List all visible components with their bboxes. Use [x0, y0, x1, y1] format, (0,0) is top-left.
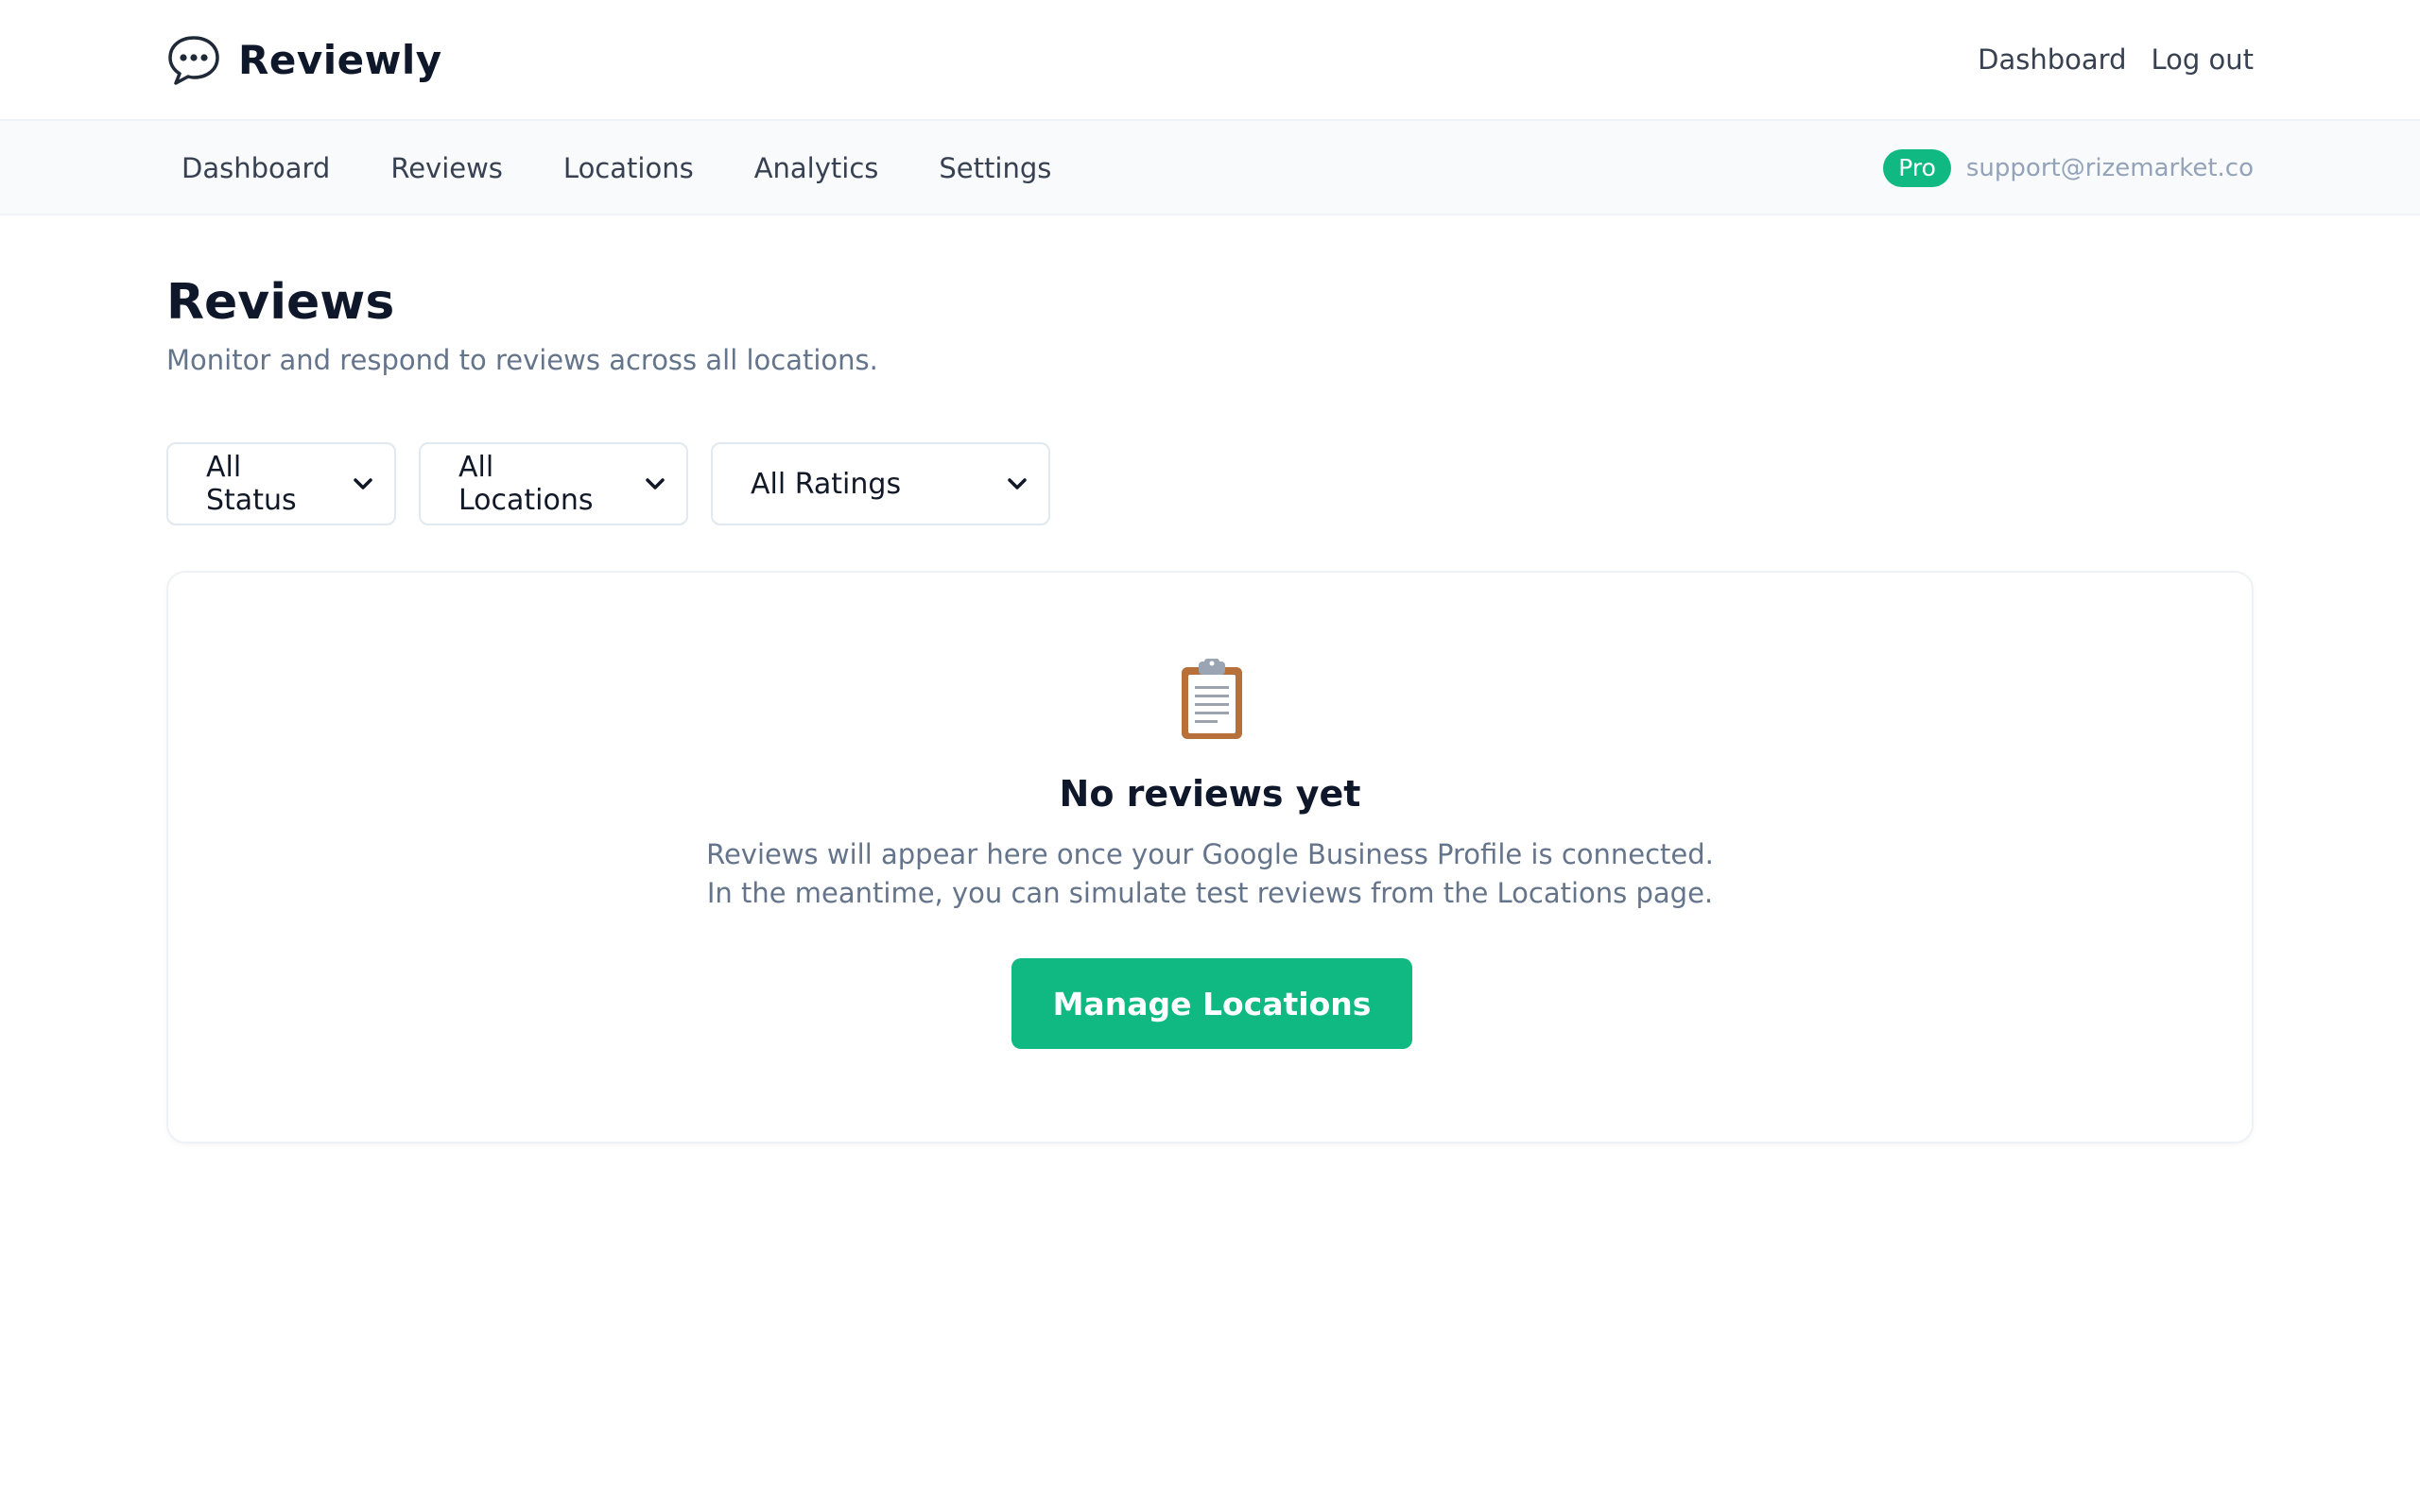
locations-filter-select[interactable]: All Locations — [419, 442, 688, 525]
brand[interactable]: Reviewly — [166, 31, 442, 88]
plan-badge: Pro — [1883, 149, 1951, 187]
nav-item-locations[interactable]: Locations — [548, 143, 709, 194]
speech-bubble-icon — [166, 32, 221, 87]
sub-navigation: Dashboard Reviews Locations Analytics Se… — [0, 121, 2420, 215]
chevron-down-icon — [351, 472, 375, 496]
clipboard-icon — [1174, 658, 1250, 741]
nav-item-dashboard[interactable]: Dashboard — [166, 143, 345, 194]
nav-items: Dashboard Reviews Locations Analytics Se… — [166, 121, 1097, 215]
status-filter-value: All Status — [206, 451, 297, 517]
page-subtitle: Monitor and respond to reviews across al… — [166, 344, 878, 376]
page-title: Reviews — [166, 274, 395, 331]
empty-state-title: No reviews yet — [1059, 773, 1361, 815]
nav-item-analytics[interactable]: Analytics — [739, 143, 894, 194]
status-filter-select[interactable]: All Status — [166, 442, 396, 525]
top-header: Reviewly Dashboard Log out — [0, 0, 2420, 121]
ratings-filter-select[interactable]: All Ratings — [711, 442, 1050, 525]
nav-item-settings[interactable]: Settings — [924, 143, 1066, 194]
top-link-dashboard[interactable]: Dashboard — [1978, 43, 2126, 76]
nav-item-reviews[interactable]: Reviews — [375, 143, 518, 194]
brand-name: Reviewly — [238, 36, 442, 83]
ratings-filter-value: All Ratings — [751, 467, 902, 501]
manage-locations-button[interactable]: Manage Locations — [1011, 958, 1412, 1049]
chevron-down-icon — [643, 472, 667, 496]
chevron-down-icon — [1005, 472, 1029, 496]
empty-state-card: No reviews yet Reviews will appear here … — [166, 571, 2254, 1143]
top-link-logout[interactable]: Log out — [2151, 43, 2254, 76]
top-links: Dashboard Log out — [1978, 38, 2254, 81]
account-email: support@rizemarket.co — [1965, 154, 2254, 182]
empty-state-line-1: Reviews will appear here once your Googl… — [706, 838, 1714, 870]
empty-state-description: Reviews will appear here once your Googl… — [168, 835, 2252, 913]
locations-filter-value: All Locations — [458, 451, 594, 517]
filters-bar: All Status All Locations All Ratings — [166, 442, 1050, 525]
account-info: Pro support@rizemarket.co — [1883, 121, 2254, 215]
empty-state-line-2: In the meantime, you can simulate test r… — [706, 877, 1714, 909]
